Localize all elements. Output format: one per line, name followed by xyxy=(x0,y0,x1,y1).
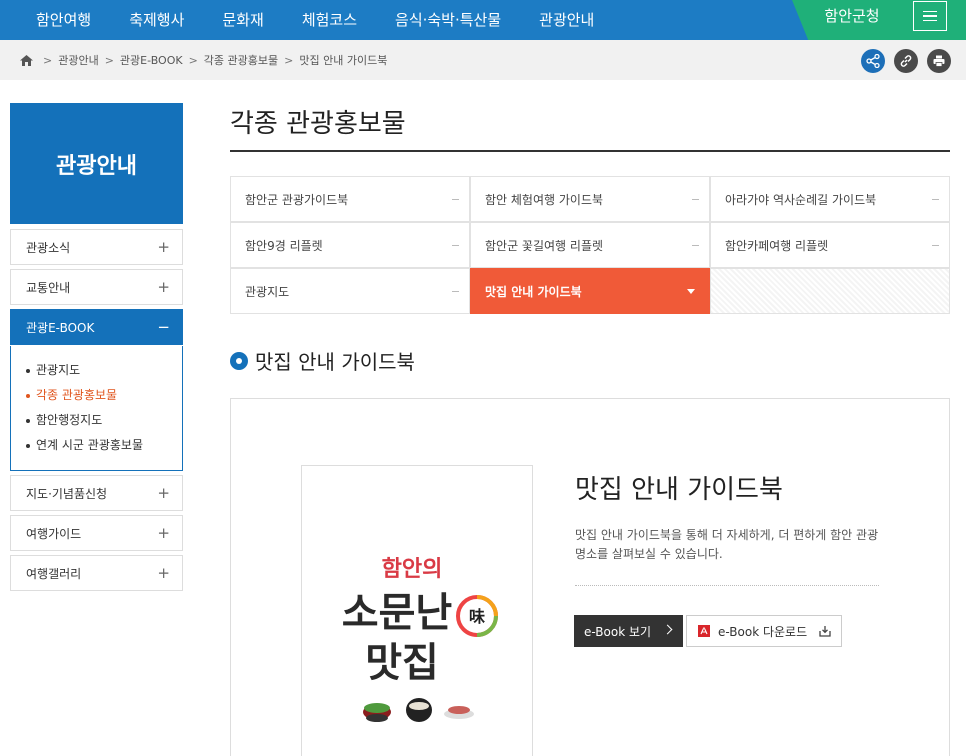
submenu-item-admin-map[interactable]: 함안행정지도 xyxy=(26,408,182,433)
caret-down-icon xyxy=(687,289,695,294)
sidebar-item-label: 관광소식 xyxy=(26,240,71,255)
nav-item-tour-info[interactable]: 관광안내 xyxy=(520,0,613,40)
home-icon[interactable] xyxy=(20,54,33,66)
print-icon xyxy=(933,55,945,67)
tab-tour-guidebook[interactable]: 함안군 관광가이드북 xyxy=(230,176,470,222)
copy-link-button[interactable] xyxy=(894,49,918,73)
sidebar-item-gallery[interactable]: 여행갤러리 + xyxy=(10,555,183,591)
dash-icon xyxy=(692,245,699,246)
plus-icon: + xyxy=(157,238,170,256)
bullet-icon xyxy=(26,393,30,398)
cover-text-haman: 함안의 xyxy=(382,556,443,582)
section-title: 맛집 안내 가이드북 xyxy=(255,350,415,374)
tab-flower-road-leaflet[interactable]: 함안군 꽃길여행 리플렛 xyxy=(470,222,710,268)
sidebar-item-label: 관광E-BOOK xyxy=(26,320,95,335)
dash-icon xyxy=(452,291,459,292)
dash-icon xyxy=(692,199,699,200)
empty-cell xyxy=(710,268,950,314)
tab-9-scenes-leaflet[interactable]: 함안9경 리플렛 xyxy=(230,222,470,268)
sidebar-item-ebook[interactable]: 관광E-BOOK − xyxy=(10,309,183,345)
book-description: 맛집 안내 가이드북을 통해 더 자세하게, 더 편하게 함안 관광명소를 살펴… xyxy=(575,528,879,561)
promo-tab-grid: 함안군 관광가이드북 함안 체험여행 가이드북 아라가야 역사순례길 가이드북 … xyxy=(230,176,950,315)
book-title: 맛집 안내 가이드북 xyxy=(575,475,783,505)
bullet-icon xyxy=(26,443,30,448)
nav-item-food-lodging[interactable]: 음식·숙박·특산물 xyxy=(376,0,520,40)
submenu-item-tour-map[interactable]: 관광지도 xyxy=(26,358,182,383)
dash-icon xyxy=(452,199,459,200)
breadcrumb-current: 맛집 안내 가이드북 xyxy=(299,54,388,67)
breadcrumb-item[interactable]: 각종 관광홍보물 xyxy=(204,52,278,68)
sidebar-item-label: 여행갤러리 xyxy=(26,566,82,581)
sidebar-item-transport[interactable]: 교통안내 + xyxy=(10,269,183,305)
link-icon xyxy=(900,55,912,67)
circle-bullet-icon xyxy=(230,351,248,370)
share-button[interactable] xyxy=(861,49,885,73)
taste-badge-text: 味 xyxy=(469,607,485,626)
taste-badge-icon: 味 xyxy=(456,595,498,637)
book-cover-illustration: 함안의 소문난 맛집 味 xyxy=(342,556,498,722)
breadcrumb-item[interactable]: 관광안내 xyxy=(58,52,98,68)
main-menu: 함안여행 축제행사 문화재 체험코스 음식·숙박·특산물 관광안내 xyxy=(0,0,613,40)
sidebar-item-tour-news[interactable]: 관광소식 + xyxy=(10,229,183,265)
breadcrumb-bar: > 관광안내 > 관광E-BOOK > 각종 관광홍보물 > 맛집 안내 가이드… xyxy=(0,40,966,80)
breadcrumb: > 관광안내 > 관광E-BOOK > 각종 관광홍보물 > 맛집 안내 가이드… xyxy=(20,40,387,80)
tab-tour-map[interactable]: 관광지도 xyxy=(230,268,470,314)
chevron-right-icon: > xyxy=(104,53,114,67)
print-button[interactable] xyxy=(927,49,951,73)
description-divider xyxy=(575,585,879,586)
plus-icon: + xyxy=(157,564,170,582)
dash-icon xyxy=(932,245,939,246)
bullet-icon xyxy=(26,368,30,373)
sidebar-item-label: 교통안내 xyxy=(26,280,71,295)
book-panel: 함안의 소문난 맛집 味 맛집 안내 가이드북 맛집 안내 가이드북을 통해 더… xyxy=(230,398,950,756)
minus-icon: − xyxy=(157,318,170,336)
top-navigation: 함안여행 축제행사 문화재 체험코스 음식·숙박·특산물 관광안내 함안군청 xyxy=(0,0,966,43)
tab-arayaga-guidebook[interactable]: 아라가야 역사순례길 가이드북 xyxy=(710,176,950,222)
nav-item-heritage[interactable]: 문화재 xyxy=(203,0,282,40)
cover-text-famous: 소문난 xyxy=(342,589,453,636)
menu-button[interactable] xyxy=(913,1,947,31)
chevron-right-icon xyxy=(662,624,673,635)
tab-cafe-leaflet[interactable]: 함안카페여행 리플렛 xyxy=(710,222,950,268)
sidebar-item-label: 지도·기념품신청 xyxy=(26,486,108,501)
bullet-icon xyxy=(26,418,30,423)
sidebar-title: 관광안내 xyxy=(10,103,183,224)
section-heading: 맛집 안내 가이드북 xyxy=(230,346,415,375)
sidebar-item-label: 여행가이드 xyxy=(26,526,82,541)
ebook-download-label: e-Book 다운로드 xyxy=(718,624,808,639)
nav-item-travel[interactable]: 함안여행 xyxy=(0,0,110,40)
ebook-view-label: e-Book 보기 xyxy=(584,624,652,639)
plus-icon: + xyxy=(157,484,170,502)
county-office-link[interactable]: 함안군청 xyxy=(812,0,892,32)
tab-restaurant-guidebook[interactable]: 맛집 안내 가이드북 xyxy=(470,268,710,314)
sidebar-item-map-souvenir[interactable]: 지도·기념품신청 + xyxy=(10,475,183,511)
sidebar-item-travel-guide[interactable]: 여행가이드 + xyxy=(10,515,183,551)
dash-icon xyxy=(932,199,939,200)
share-icon xyxy=(866,54,880,68)
tab-experience-guidebook[interactable]: 함안 체험여행 가이드북 xyxy=(470,176,710,222)
breadcrumb-item[interactable]: 관광E-BOOK xyxy=(120,52,183,68)
page-title: 각종 관광홍보물 xyxy=(230,109,406,139)
ebook-view-button[interactable]: e-Book 보기 xyxy=(574,615,683,647)
cover-text-restaurant: 맛집 xyxy=(365,639,439,686)
nav-item-experience[interactable]: 체험코스 xyxy=(283,0,376,40)
sidebar-submenu: 관광지도 각종 관광홍보물 함안행정지도 연계 시군 관광홍보물 xyxy=(10,346,183,471)
food-dishes-icon xyxy=(363,698,474,722)
download-icon xyxy=(819,626,831,637)
book-cover-image[interactable]: 함안의 소문난 맛집 味 xyxy=(301,465,533,756)
pdf-icon xyxy=(698,625,710,637)
plus-icon: + xyxy=(157,278,170,296)
chevron-right-icon: > xyxy=(43,53,53,67)
plus-icon: + xyxy=(157,524,170,542)
page-tools xyxy=(861,49,951,73)
chevron-right-icon: > xyxy=(188,53,198,67)
hamburger-icon xyxy=(923,8,937,25)
chevron-right-icon: > xyxy=(284,53,294,67)
nav-item-festival[interactable]: 축제행사 xyxy=(110,0,203,40)
dash-icon xyxy=(452,245,459,246)
submenu-item-linked-promo[interactable]: 연계 시군 관광홍보물 xyxy=(26,433,182,458)
title-divider xyxy=(230,150,950,152)
submenu-item-promo-materials[interactable]: 각종 관광홍보물 xyxy=(26,383,182,408)
ebook-download-button[interactable]: e-Book 다운로드 xyxy=(686,615,842,647)
